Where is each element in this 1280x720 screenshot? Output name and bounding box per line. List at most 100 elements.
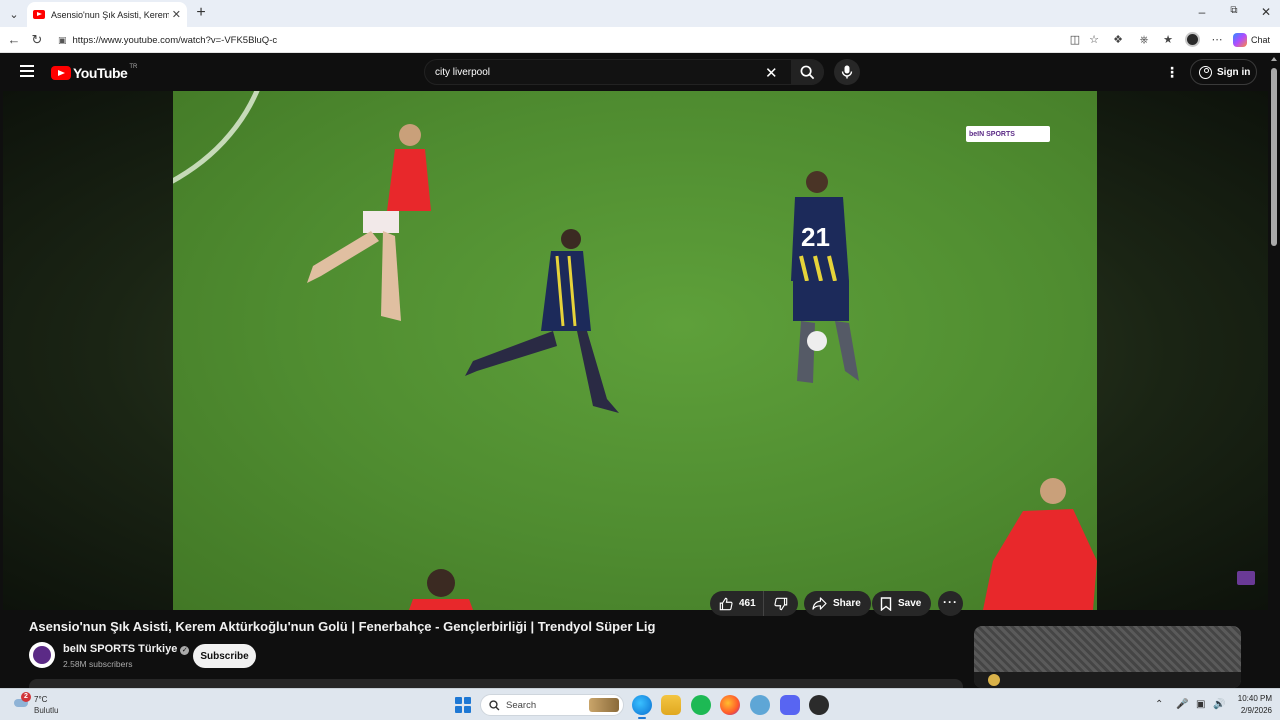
player-red-left [307, 124, 431, 321]
tab-strip: ⌄ Asensio'nun Şık Asisti, Kerem Aktü ✕ +… [0, 0, 1280, 27]
youtube-wordmark: YouTube [73, 65, 128, 81]
bookmark-icon [880, 596, 892, 611]
address-toolbar: ← ↻ ▣ https://www.youtube.com/watch?v=-V… [0, 27, 1280, 53]
more-actions-button[interactable]: ··· [938, 591, 963, 616]
like-dislike-group: 461 [710, 591, 798, 616]
search-highlight-icon [589, 698, 619, 712]
youtube-play-icon [51, 66, 71, 80]
thumbs-down-icon [774, 597, 788, 610]
windows-taskbar: 2 7°C Bulutlu Search ⌃ 🎤 ▣ 🔊 10:40 PM 2/… [0, 688, 1280, 720]
search-box: ✕ [424, 59, 824, 85]
favorites-list-icon[interactable]: ★ [1161, 33, 1175, 47]
youtube-logo[interactable]: YouTube TR [51, 64, 138, 81]
video-title: Asensio'nun Şık Asisti, Kerem Aktürkoğlu… [29, 619, 656, 634]
bein-avatar-icon [33, 646, 51, 664]
menu-hamburger-icon[interactable] [20, 65, 34, 77]
clock-time: 10:40 PM [1237, 694, 1272, 703]
reader-view-icon[interactable]: ◫ [1068, 33, 1082, 47]
settings-kebab-icon[interactable]: ⋮ [1165, 63, 1179, 81]
account-icon [1199, 65, 1212, 79]
broadcaster-logo-text: beIN SPORTS [969, 130, 1015, 138]
search-icon [800, 65, 815, 79]
system-clock[interactable]: 10:40 PM 2/9/2026 [1230, 693, 1272, 717]
app-red-badge-icon[interactable] [809, 695, 829, 715]
search-input[interactable] [435, 67, 755, 78]
file-explorer-icon[interactable] [661, 695, 681, 715]
extensions-icon[interactable]: ❖ [1111, 33, 1125, 47]
country-code: TR [129, 64, 138, 70]
youtube-page: YouTube TR ✕ ⋮ Sign in [0, 53, 1280, 688]
network-icon[interactable]: ▣ [1196, 699, 1205, 710]
copilot-chat-button[interactable]: Chat [1233, 32, 1270, 48]
channel-watermark-icon[interactable] [1237, 571, 1255, 585]
broadcaster-logo: beIN SPORTS [966, 126, 1050, 142]
restore-icon[interactable]: ⧉ [1224, 5, 1244, 16]
minimize-icon[interactable]: – [1192, 5, 1212, 19]
scrollbar-thumb[interactable] [1271, 68, 1277, 246]
subscriber-count: 2.58M subscribers [63, 659, 133, 669]
tab-actions-chevron-icon[interactable]: ⌄ [4, 4, 24, 24]
temperature: 7°C [34, 695, 48, 704]
favorite-star-icon[interactable]: ☆ [1087, 33, 1101, 47]
volume-icon[interactable]: 🔊 [1213, 699, 1225, 710]
video-frame[interactable]: 21 beIN SPORTS [173, 91, 1097, 610]
save-button[interactable]: Save [872, 591, 932, 616]
like-count: 461 [739, 598, 756, 609]
spotify-icon[interactable] [691, 695, 711, 715]
edge-browser-icon[interactable] [632, 695, 652, 719]
video-scene: 21 [307, 124, 1097, 610]
weather-widget[interactable]: 2 7°C Bulutlu [12, 692, 82, 717]
thumbs-up-icon [719, 597, 733, 610]
player-red-bottom-left [409, 569, 473, 610]
dislike-button[interactable] [764, 591, 798, 616]
video-player[interactable]: 21 beIN SPORTS [3, 91, 1268, 610]
back-arrow-icon[interactable]: ← [6, 32, 22, 48]
player-blue-15 [465, 229, 619, 413]
tab-active[interactable]: Asensio'nun Şık Asisti, Kerem Aktü ✕ [27, 2, 187, 27]
clear-search-icon[interactable]: ✕ [765, 64, 778, 82]
new-tab-plus-icon[interactable]: + [192, 4, 210, 22]
site-info-icon[interactable]: ▣ [58, 35, 67, 46]
settings-gear-icon[interactable] [750, 695, 770, 715]
like-button[interactable]: 461 [710, 591, 764, 616]
verified-check-icon: ✓ [180, 646, 190, 655]
address-bar[interactable]: ▣ https://www.youtube.com/watch?v=-VFK5B… [52, 30, 1097, 50]
share-label: Share [833, 598, 861, 609]
scroll-up-icon[interactable] [1271, 57, 1277, 61]
youtube-favicon-icon [33, 10, 45, 19]
settings-more-icon[interactable]: ⋯ [1210, 33, 1224, 47]
chat-label: Chat [1251, 35, 1271, 45]
microphone-tray-icon[interactable]: 🎤 [1176, 699, 1188, 710]
window-close-icon[interactable]: ✕ [1256, 5, 1276, 19]
recommendation-card[interactable] [974, 626, 1241, 688]
svg-text:21: 21 [801, 222, 830, 252]
sign-in-button[interactable]: Sign in [1190, 59, 1257, 85]
refresh-icon[interactable]: ↻ [29, 32, 45, 48]
taskbar-search[interactable]: Search [480, 694, 624, 716]
channel-row: beIN SPORTS Türkiye ✓ 2.58M subscribers S… [29, 641, 969, 671]
voice-search-button[interactable] [834, 59, 860, 85]
description-box[interactable] [29, 679, 963, 688]
url-text: https://www.youtube.com/watch?v=-VFK5Blu… [72, 34, 278, 46]
share-button[interactable]: Share [804, 591, 871, 616]
weather-condition: Bulutlu [34, 706, 59, 715]
share-arrow-icon [812, 597, 827, 610]
channel-name-link[interactable]: beIN SPORTS Türkiye ✓ [63, 643, 190, 655]
channel-avatar[interactable] [29, 642, 55, 668]
tray-chevron-up-icon[interactable]: ⌃ [1155, 699, 1163, 710]
taskbar-search-label: Search [506, 699, 537, 711]
player-red-bottom-right [983, 478, 1097, 610]
discord-icon[interactable] [780, 695, 800, 715]
tab-close-icon[interactable]: ✕ [172, 8, 181, 21]
browser-essentials-icon[interactable]: ⎈ [1137, 33, 1151, 47]
subscribe-button[interactable]: Subscribe [193, 644, 256, 668]
microphone-icon [841, 65, 853, 79]
save-label: Save [898, 598, 922, 609]
page-scrollbar[interactable] [1268, 53, 1280, 688]
firefox-icon[interactable] [720, 695, 740, 715]
recommendation-avatar-icon [988, 674, 1000, 686]
search-button[interactable] [791, 60, 824, 84]
profile-avatar[interactable] [1185, 32, 1200, 47]
channel-name: beIN SPORTS Türkiye [63, 643, 178, 655]
start-windows-icon[interactable] [455, 697, 471, 713]
